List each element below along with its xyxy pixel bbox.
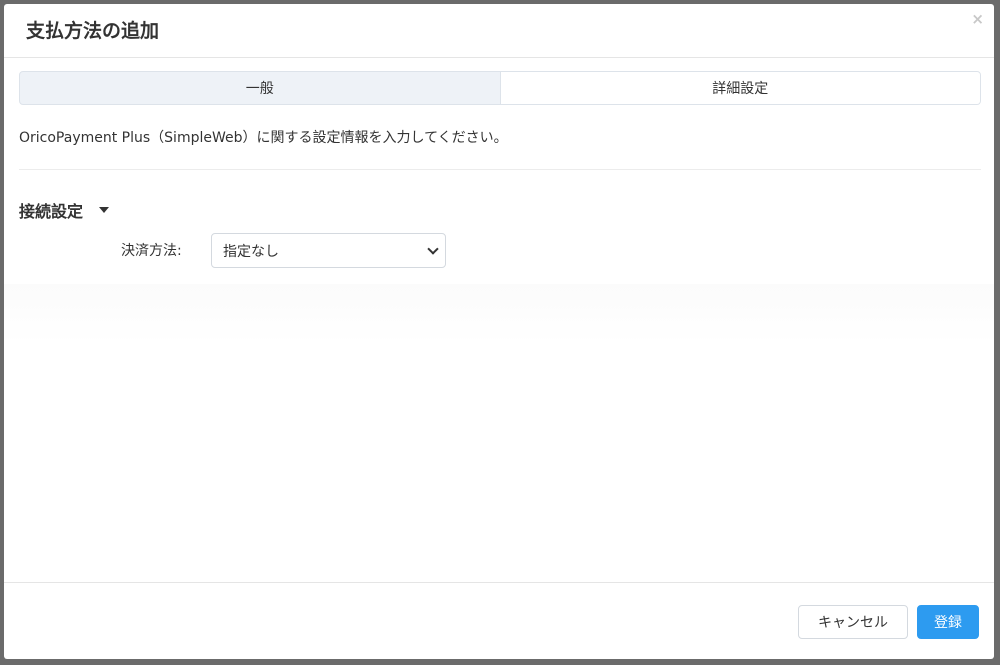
- body-shade: [4, 284, 994, 344]
- add-payment-method-dialog: 支払方法の追加 × 一般 詳細設定 OricoPayment Plus（Simp…: [4, 4, 994, 659]
- tab-bar: 一般 詳細設定: [19, 71, 981, 105]
- payment-method-select[interactable]: 指定なし: [211, 233, 446, 268]
- register-button[interactable]: 登録: [917, 605, 979, 639]
- dialog-footer: キャンセル 登録: [4, 582, 994, 659]
- caret-down-icon: [99, 207, 110, 213]
- dialog-header: 支払方法の追加 ×: [4, 4, 994, 58]
- close-icon[interactable]: ×: [971, 10, 984, 28]
- divider: [19, 169, 981, 170]
- tab-general[interactable]: 一般: [20, 72, 500, 104]
- select-value: 指定なし: [223, 243, 279, 260]
- payment-method-label: 決済方法:: [121, 243, 182, 259]
- dialog-title: 支払方法の追加: [26, 20, 160, 42]
- tab-advanced-settings[interactable]: 詳細設定: [499, 72, 980, 104]
- section-title: 接続設定: [19, 202, 84, 221]
- description-text: OricoPayment Plus（SimpleWeb）に関する設定情報を入力し…: [19, 130, 508, 146]
- cancel-button[interactable]: キャンセル: [798, 605, 908, 639]
- chevron-down-icon: [427, 242, 439, 255]
- connection-settings-toggle[interactable]: 接続設定: [19, 198, 110, 222]
